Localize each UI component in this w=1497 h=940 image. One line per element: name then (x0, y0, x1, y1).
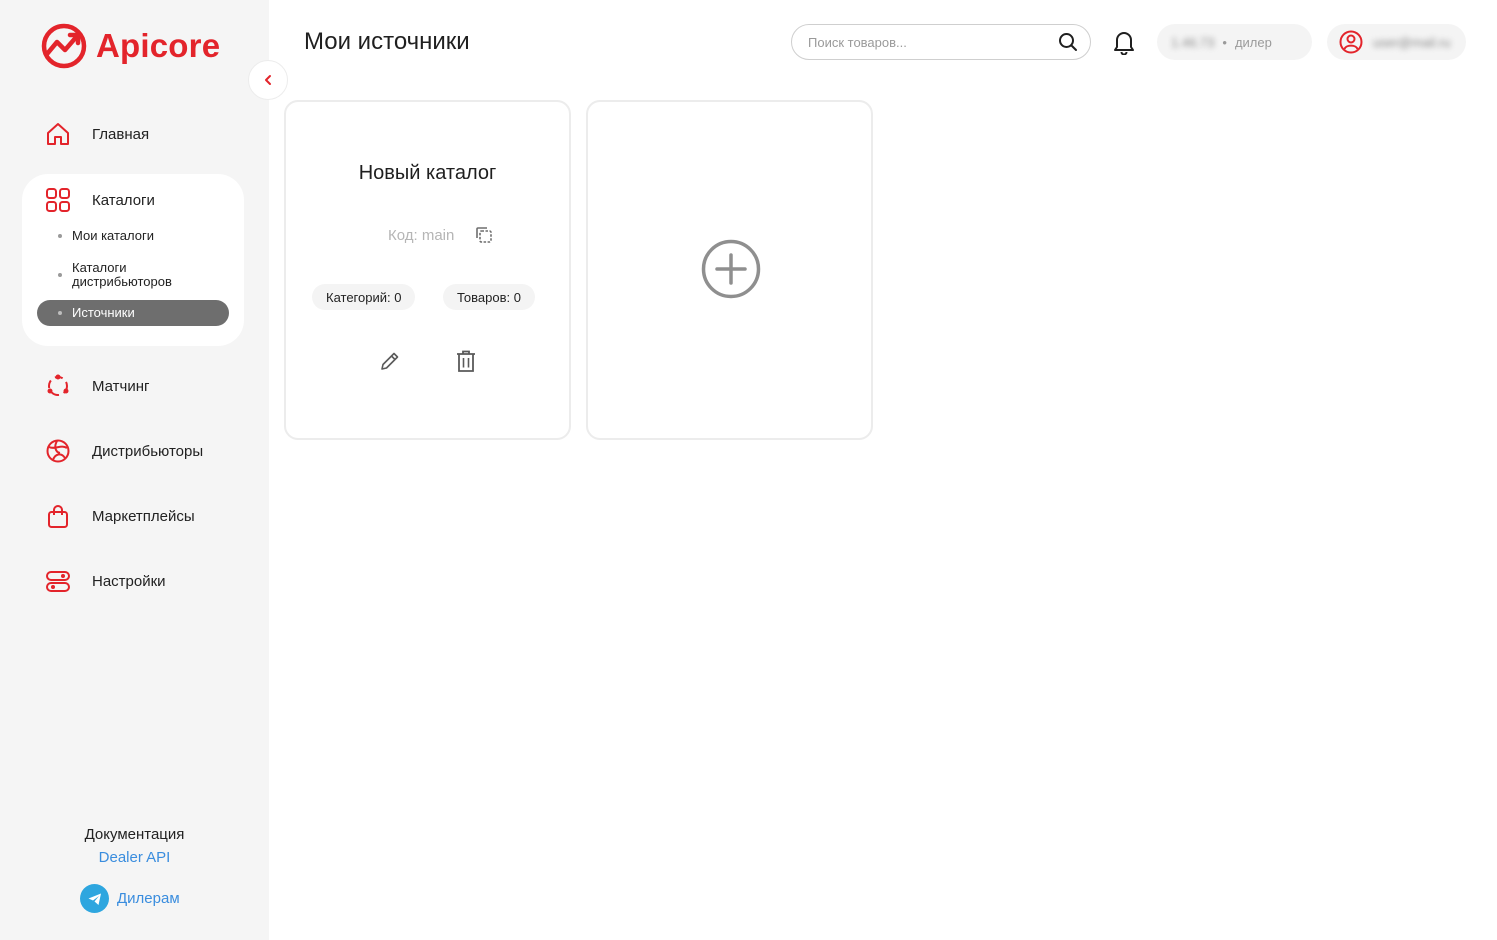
delete-button[interactable] (451, 346, 481, 376)
sidebar-item-label: Матчинг (92, 377, 150, 395)
bullet (58, 273, 62, 277)
search-bar (791, 24, 1091, 60)
grid-icon (44, 186, 72, 214)
card-code: Код: main (388, 225, 494, 245)
sidebar-item-label: Дистрибьюторы (92, 442, 204, 460)
card-title: Новый каталог (358, 162, 497, 184)
collapse-sidebar-button[interactable] (248, 60, 288, 100)
bullet (58, 311, 62, 315)
notifications-button[interactable] (1112, 29, 1136, 60)
separator-dot: • (1222, 34, 1227, 50)
telegram-icon (80, 884, 109, 913)
subitem-label: Каталоги дистрибьюторов (72, 260, 172, 289)
sidebar-item-label: Каталоги (92, 191, 155, 209)
add-source-button[interactable] (700, 238, 762, 300)
docs-title: Документация (84, 826, 185, 843)
sidebar-item-distributors[interactable]: Дистрибьюторы (44, 437, 203, 465)
code-label: Код: main (388, 226, 455, 244)
add-source-card[interactable] (586, 100, 873, 440)
apicore-logo-icon (41, 23, 87, 69)
bell-icon (1114, 32, 1134, 56)
trash-icon (457, 350, 475, 372)
subitem-label: Мои каталоги (72, 228, 154, 243)
page-title: Мои источники (304, 28, 470, 55)
pencil-icon (381, 352, 399, 370)
subitem-label: Источники (72, 305, 135, 320)
logo-text: Apicore (96, 27, 221, 64)
sidebar-item-home[interactable]: Главная (44, 120, 149, 148)
bullet (58, 234, 62, 238)
sidebar-item-matching[interactable]: Матчинг (44, 372, 150, 400)
globe-icon (44, 437, 72, 465)
dealer-badge[interactable]: 1.46.73 • дилер (1157, 24, 1312, 60)
sidebar-item-label: Главная (92, 125, 150, 143)
user-name: user@mail.ru (1373, 34, 1451, 50)
sidebar-subitem-my-catalogs[interactable]: Мои каталоги (37, 229, 229, 243)
matching-icon (44, 372, 72, 400)
source-card[interactable]: Новый каталог Код: main Категорий: 0 Тов… (284, 100, 571, 440)
sidebar: Apicore Главная Каталоги Мои каталоги Ка… (0, 0, 269, 940)
categories-count-badge: Категорий: 0 (312, 284, 416, 310)
user-menu[interactable]: user@mail.ru (1327, 24, 1466, 60)
telegram-label: Дилерам (117, 890, 180, 907)
home-icon (44, 120, 72, 148)
telegram-dealers-link[interactable]: Дилерам (80, 884, 180, 913)
user-icon (1339, 30, 1363, 54)
settings-toggle-icon (44, 567, 72, 595)
dealer-role: дилер (1234, 34, 1272, 50)
catalogs-group: Каталоги Мои каталоги Каталоги дистрибью… (22, 174, 244, 346)
sidebar-subitem-distributor-catalogs[interactable]: Каталоги дистрибьюторов (37, 261, 197, 289)
search-input[interactable] (808, 34, 1058, 50)
dealer-id: 1.46.73 (1171, 34, 1215, 50)
plus-circle-icon (701, 239, 761, 299)
sidebar-item-marketplaces[interactable]: Маркетплейсы (44, 502, 195, 530)
chevron-left-icon (265, 75, 271, 85)
edit-button[interactable] (375, 346, 405, 376)
search-icon[interactable] (1058, 32, 1078, 52)
logo[interactable]: Apicore (40, 22, 220, 70)
sidebar-item-label: Маркетплейсы (92, 507, 195, 525)
sidebar-subitem-sources[interactable]: Источники (37, 300, 229, 326)
sidebar-item-settings[interactable]: Настройки (44, 567, 166, 595)
products-count-badge: Товаров: 0 (443, 284, 535, 310)
dealer-api-link[interactable]: Dealer API (0, 849, 269, 866)
copy-icon[interactable] (474, 225, 494, 245)
bag-icon (44, 502, 72, 530)
sidebar-item-catalogs[interactable]: Каталоги (44, 186, 155, 214)
sidebar-item-label: Настройки (92, 572, 166, 590)
